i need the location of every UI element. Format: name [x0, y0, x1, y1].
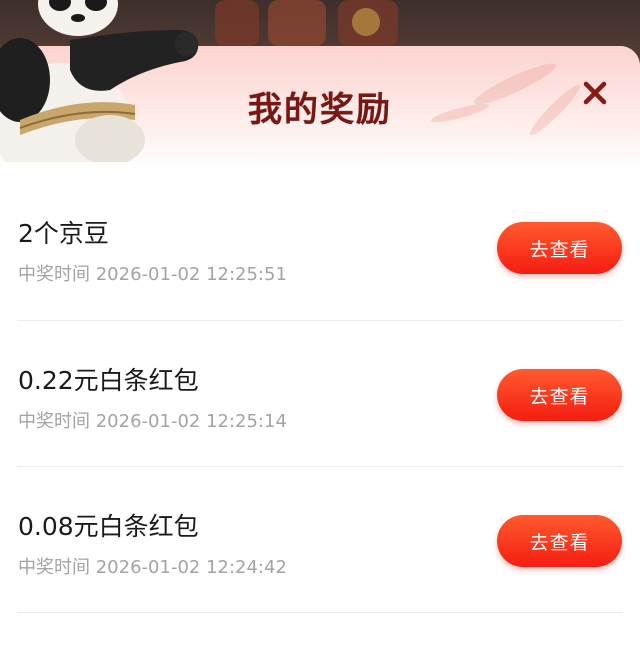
reward-time-value: 2026-01-02 12:25:14	[95, 411, 287, 432]
reward-list: 2个京豆 中奖时间 2026-01-02 12:25:51 去查看 0.22元白…	[0, 174, 640, 613]
view-reward-button[interactable]: 去查看	[497, 515, 622, 567]
background-decoration	[215, 0, 259, 46]
modal-title: 我的奖励	[248, 90, 392, 130]
close-button[interactable]	[578, 76, 612, 110]
reward-name: 2个京豆	[18, 219, 109, 248]
rewards-modal: 我的奖励 2个京豆 中奖时间 2026-01-02 12:25:51 去查看 0…	[0, 46, 640, 656]
reward-name: 0.08元白条红包	[18, 512, 199, 541]
reward-time-label: 中奖时间	[18, 557, 90, 578]
reward-time-label: 中奖时间	[18, 264, 90, 285]
reward-item: 2个京豆 中奖时间 2026-01-02 12:25:51 去查看	[17, 174, 623, 321]
background-decoration	[268, 0, 326, 46]
reward-time-label: 中奖时间	[18, 411, 90, 432]
reward-time-value: 2026-01-02 12:25:51	[95, 264, 287, 285]
close-icon	[583, 81, 607, 105]
reward-item: 0.22元白条红包 中奖时间 2026-01-02 12:25:14 去查看	[17, 321, 623, 467]
reward-time-value: 2026-01-02 12:24:42	[95, 557, 287, 578]
view-reward-button[interactable]: 去查看	[497, 369, 622, 421]
reward-time: 中奖时间 2026-01-02 12:25:51	[18, 260, 287, 286]
reward-name: 0.22元白条红包	[18, 366, 199, 395]
background-emblem	[352, 8, 380, 36]
modal-header: 我的奖励	[0, 46, 640, 171]
reward-item: 0.08元白条红包 中奖时间 2026-01-02 12:24:42 去查看	[17, 467, 623, 613]
reward-time: 中奖时间 2026-01-02 12:25:14	[18, 407, 287, 433]
view-reward-button[interactable]: 去查看	[497, 222, 622, 274]
reward-time: 中奖时间 2026-01-02 12:24:42	[18, 553, 287, 579]
